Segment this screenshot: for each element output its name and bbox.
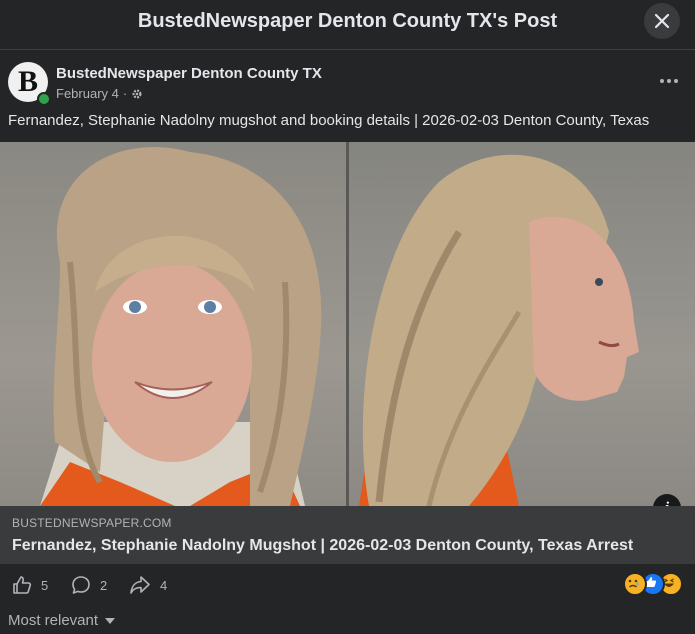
share-button[interactable]: 4 xyxy=(129,570,167,600)
mugshot-front-photo xyxy=(0,142,346,506)
comment-bubble-icon xyxy=(72,576,90,594)
close-button[interactable] xyxy=(644,3,680,39)
online-status-dot xyxy=(37,92,51,106)
sad-reaction-icon xyxy=(623,572,647,596)
audience-gear-icon[interactable] xyxy=(131,88,143,100)
comment-count: 2 xyxy=(100,577,108,593)
like-count: 5 xyxy=(41,577,49,593)
post-meta: February 4 · xyxy=(56,86,143,101)
caret-down-icon xyxy=(105,617,116,624)
meta-separator: · xyxy=(122,86,128,101)
dialog-header: BustedNewspaper Denton County TX's Post xyxy=(0,0,695,50)
post-actions-bar: 5 2 4 xyxy=(0,570,695,600)
thumbs-up-icon xyxy=(13,576,32,594)
close-icon xyxy=(654,13,670,29)
like-button[interactable]: 5 xyxy=(12,570,48,600)
more-dots-icon xyxy=(660,79,678,83)
page-name-link[interactable]: BustedNewspaper Denton County TX xyxy=(56,65,322,82)
link-title[interactable]: Fernandez, Stephanie Nadolny Mugshot | 2… xyxy=(12,537,633,555)
post-date[interactable]: February 4 xyxy=(56,86,119,101)
link-preview-card[interactable]: BUSTEDNEWSPAPER.COM Fernandez, Stephanie… xyxy=(0,506,695,564)
more-options-button[interactable] xyxy=(654,66,684,96)
comment-button[interactable]: 2 xyxy=(71,570,107,600)
mugshot-side-photo xyxy=(349,142,695,506)
post-header: B BustedNewspaper Denton County TX Febru… xyxy=(8,62,688,106)
dialog-title: BustedNewspaper Denton County TX's Post xyxy=(137,10,558,32)
reaction-summary[interactable] xyxy=(623,572,683,596)
comment-sort-label: Most relevant xyxy=(8,612,99,629)
post-text: Fernandez, Stephanie Nadolny mugshot and… xyxy=(8,112,650,129)
share-count: 4 xyxy=(160,577,168,593)
link-domain: BUSTEDNEWSPAPER.COM xyxy=(12,516,172,530)
comment-sort-dropdown[interactable]: Most relevant xyxy=(8,612,116,629)
share-arrow-icon xyxy=(130,576,150,594)
post-photo[interactable]: i xyxy=(0,142,695,506)
